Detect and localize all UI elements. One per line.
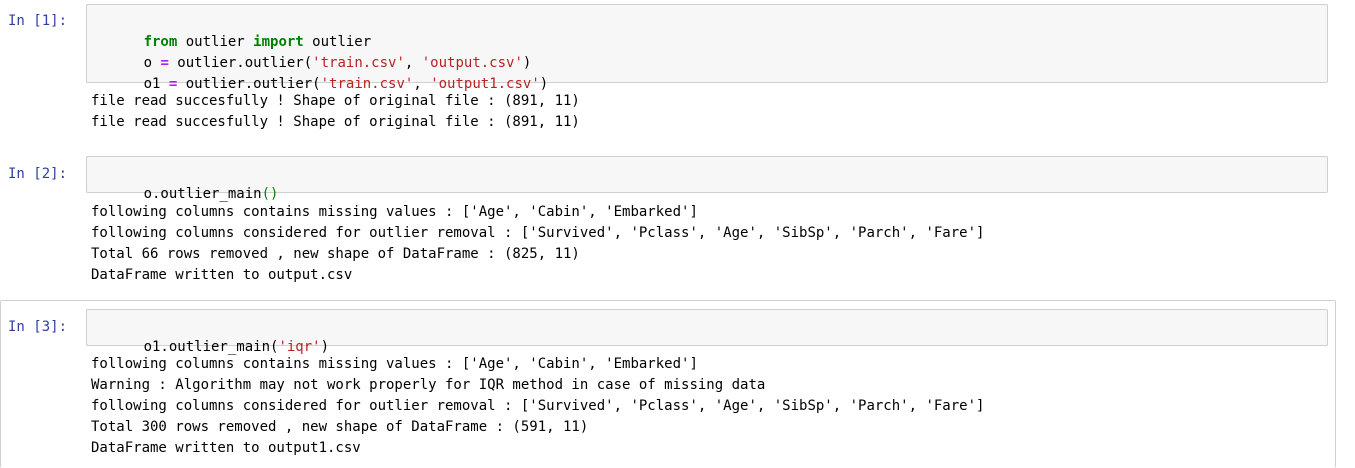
code-token: o1.outlier_main(	[143, 339, 279, 355]
code-token: outlier.outlier(	[168, 55, 313, 71]
code-token: 'output.csv'	[421, 55, 523, 71]
cell-2-prompt: In [2]:	[8, 166, 68, 182]
code-token: ,	[404, 55, 422, 71]
code-token: outlier	[303, 34, 372, 50]
output-line: file read succesfully ! Shape of origina…	[91, 93, 580, 109]
cell-1-prompt: In [1]:	[8, 13, 68, 29]
code-token: ,	[413, 76, 431, 92]
code-token: 'train.csv'	[320, 76, 414, 92]
output-line: DataFrame written to output1.csv	[91, 440, 361, 456]
cell-2-code-line-1: o.outlier_main()	[93, 163, 1321, 202]
cell-1-code-line-1: from outlier import outlier	[93, 11, 1321, 50]
code-token: 'train.csv'	[312, 55, 405, 71]
code-token: =	[160, 55, 169, 71]
code-token: o.outlier_main	[143, 186, 262, 202]
output-line: DataFrame written to output.csv	[91, 267, 353, 283]
cell-3-code-line-1: o1.outlier_main('iqr')	[93, 316, 1321, 355]
code-token: outlier.outlier(	[177, 76, 321, 92]
output-line: following columns considered for outlier…	[91, 225, 985, 241]
code-token: )	[320, 339, 330, 355]
code-token: 'iqr'	[278, 339, 321, 355]
code-token: import	[253, 34, 304, 50]
notebook-cell-1[interactable]: In [1]: from outlier import outlier o = …	[0, 0, 1335, 145]
code-token: ()	[261, 186, 279, 202]
code-token: o1	[143, 76, 169, 92]
code-token: 'output1.csv'	[430, 76, 540, 92]
code-token: from	[143, 34, 178, 50]
code-token: o	[143, 55, 161, 71]
cell-2-code-input[interactable]: o.outlier_main()	[86, 156, 1328, 202]
cell-3-code-input[interactable]: o1.outlier_main('iqr')	[86, 309, 1328, 355]
cell-2-output: following columns contains missing value…	[91, 202, 1321, 286]
code-token: )	[522, 55, 532, 71]
cell-3-prompt: In [3]:	[8, 319, 68, 335]
cell-1-output: file read succesfully ! Shape of origina…	[91, 91, 1321, 133]
output-line: following columns considered for outlier…	[91, 398, 985, 414]
notebook-cell-3[interactable]: In [3]: o1.outlier_main('iqr') following…	[0, 300, 1336, 468]
output-line: Total 66 rows removed , new shape of Dat…	[91, 246, 580, 262]
output-line: following columns contains missing value…	[91, 356, 698, 372]
notebook-cell-2[interactable]: In [2]: o.outlier_main() following colum…	[0, 152, 1335, 297]
output-line: file read succesfully ! Shape of origina…	[91, 114, 580, 130]
cell-1-code-input[interactable]: from outlier import outlier o = outlier.…	[86, 4, 1328, 92]
output-line: Warning : Algorithm may not work properl…	[91, 377, 766, 393]
output-line: following columns contains missing value…	[91, 204, 698, 220]
code-token: outlier	[177, 34, 254, 50]
cell-3-output: following columns contains missing value…	[91, 354, 1321, 459]
output-line: Total 300 rows removed , new shape of Da…	[91, 419, 589, 435]
code-token: )	[539, 76, 549, 92]
